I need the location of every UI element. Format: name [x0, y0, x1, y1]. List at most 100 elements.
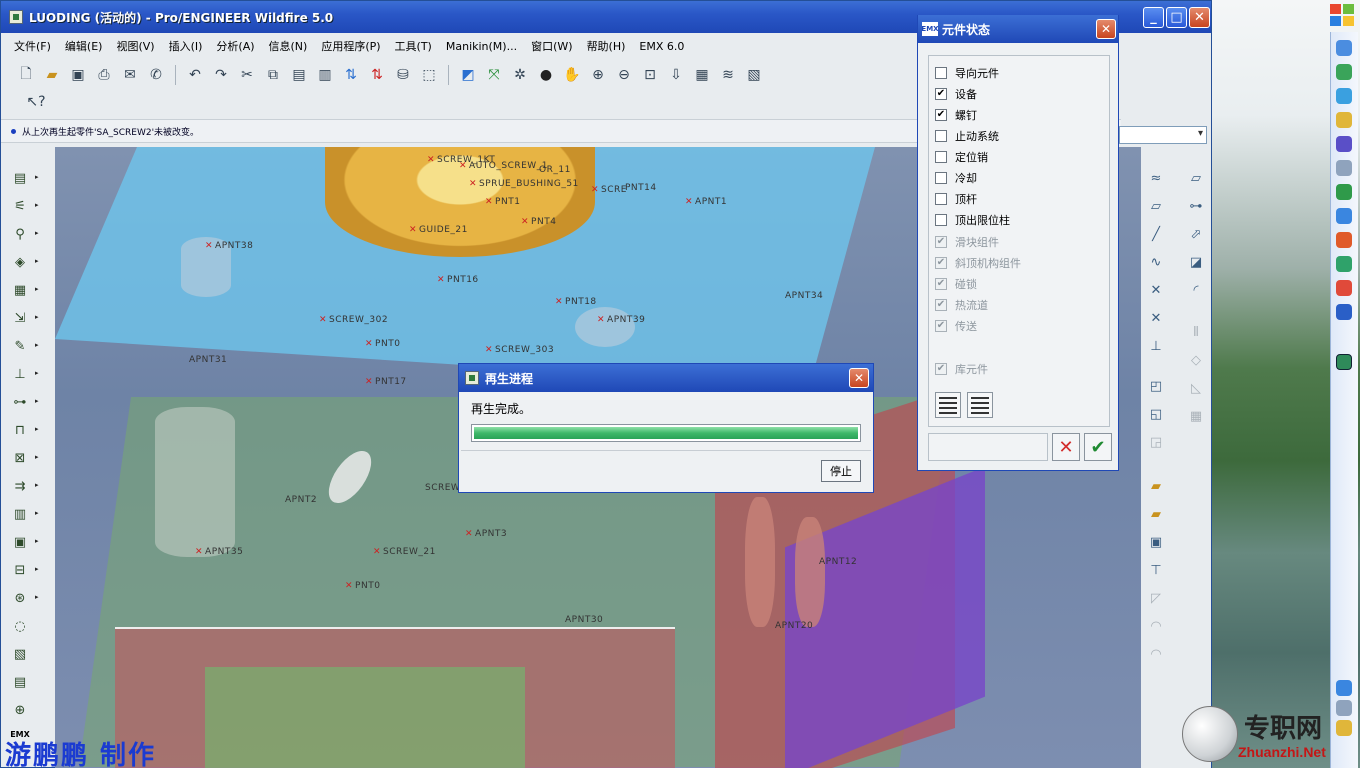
send-icon[interactable]: ✆	[145, 64, 167, 86]
left-tool-button[interactable]: ⚲	[9, 223, 31, 245]
collapse-list-icon[interactable]	[967, 392, 993, 418]
menu-help[interactable]: 帮助(H)	[580, 38, 633, 54]
tray-refresh-icon[interactable]	[1336, 184, 1352, 200]
component-checkbox-row[interactable]: ✔ 螺钉	[935, 106, 977, 124]
tray-mushroom-icon[interactable]	[1336, 232, 1352, 248]
minimize-button[interactable]: _	[1143, 7, 1164, 28]
stop-button[interactable]: 停止	[821, 460, 861, 482]
flyout-arrow-icon[interactable]: ▸	[35, 229, 39, 237]
zoom-out-icon[interactable]: ⊖	[613, 64, 635, 86]
left-tool-button[interactable]: ✎	[9, 335, 31, 357]
mail-icon[interactable]: ✉	[119, 64, 141, 86]
repaint-icon[interactable]: ◩	[457, 64, 479, 86]
checkbox-unchecked[interactable]	[935, 193, 947, 205]
left-tool-button[interactable]: ▧	[9, 643, 31, 665]
copy-icon[interactable]: ⧉	[262, 64, 284, 86]
refit-icon[interactable]: ⊡	[639, 64, 661, 86]
windows-logo-icon[interactable]	[1330, 4, 1356, 28]
left-tool-button[interactable]: ▦	[9, 279, 31, 301]
tray-settings-icon[interactable]	[1336, 160, 1352, 176]
layers-icon[interactable]: ≋	[717, 64, 739, 86]
paste-icon[interactable]: ▤	[288, 64, 310, 86]
menu-edit[interactable]: 编辑(E)	[58, 38, 110, 54]
tray-warning-icon[interactable]	[1336, 112, 1352, 128]
pan-hand-icon[interactable]: ✋	[561, 64, 583, 86]
regen-dialog-close-button[interactable]: ✕	[849, 368, 869, 388]
shading-sphere-icon[interactable]: ●	[535, 64, 557, 86]
checkbox-unchecked[interactable]	[935, 214, 947, 226]
close-button[interactable]: ✕	[1189, 7, 1210, 28]
redo-icon[interactable]: ↷	[210, 64, 232, 86]
flyout-arrow-icon[interactable]: ▸	[35, 257, 39, 265]
flyout-arrow-icon[interactable]: ▸	[35, 537, 39, 545]
view-manager-icon[interactable]: ▧	[743, 64, 765, 86]
mold-base-icon[interactable]: ▣	[1145, 531, 1167, 553]
select-box-icon[interactable]: ⬚	[418, 64, 440, 86]
context-help-icon[interactable]: ↖?	[21, 91, 51, 113]
cut-icon[interactable]: ✂	[236, 64, 258, 86]
ejector-icon[interactable]: ⊤	[1145, 559, 1167, 581]
flyout-arrow-icon[interactable]: ▸	[35, 397, 39, 405]
surface-icon[interactable]: ◪	[1185, 251, 1207, 273]
menu-info[interactable]: 信息(N)	[262, 38, 315, 54]
maximize-button[interactable]: □	[1166, 7, 1187, 28]
cancel-button[interactable]: ✕	[1052, 433, 1080, 461]
checkbox-unchecked[interactable]	[935, 130, 947, 142]
flyout-arrow-icon[interactable]: ▸	[35, 509, 39, 517]
checkbox-checked[interactable]: ✔	[935, 88, 947, 100]
flyout-arrow-icon[interactable]: ▸	[35, 481, 39, 489]
menu-emx[interactable]: EMX 6.0	[632, 40, 691, 53]
curve-icon[interactable]: ∿	[1145, 251, 1167, 273]
checkbox-unchecked[interactable]	[935, 172, 947, 184]
menu-tools[interactable]: 工具(T)	[388, 38, 439, 54]
find-icon[interactable]: ⛁	[392, 64, 414, 86]
cooling-icon[interactable]: ◠	[1145, 615, 1167, 637]
tray-back-icon[interactable]	[1336, 680, 1352, 696]
left-tool-button[interactable]: ◈	[9, 251, 31, 273]
saved-views-icon[interactable]: ▦	[691, 64, 713, 86]
tray-app-icon[interactable]	[1336, 40, 1352, 56]
menu-insert[interactable]: 插入(I)	[162, 38, 210, 54]
orient-mode-icon[interactable]: ✲	[509, 64, 531, 86]
left-tool-button[interactable]: ⊓	[9, 419, 31, 441]
open-folder-icon[interactable]: ▰	[41, 64, 63, 86]
tray-security-icon[interactable]	[1336, 256, 1352, 272]
left-tool-button[interactable]: ⊛	[9, 587, 31, 609]
extrude-icon[interactable]: ⬀	[1185, 223, 1207, 245]
menu-window[interactable]: 窗口(W)	[524, 38, 579, 54]
datum-plane-icon[interactable]: ▱	[1185, 167, 1207, 189]
sketch-curve-icon[interactable]: ≈	[1145, 167, 1167, 189]
plane-icon[interactable]: ▱	[1145, 195, 1167, 217]
menu-view[interactable]: 视图(V)	[109, 38, 161, 54]
left-tool-button[interactable]: ▤	[9, 671, 31, 693]
component-place-icon[interactable]: ◰	[1145, 375, 1167, 397]
left-tool-button[interactable]: ▥	[9, 503, 31, 525]
left-tool-button[interactable]: ◌	[9, 615, 31, 637]
menu-file[interactable]: 文件(F)	[7, 38, 58, 54]
component-checkbox-row[interactable]: ✔ 设备	[935, 85, 977, 103]
folder-open-icon[interactable]: ▰	[1145, 475, 1167, 497]
left-tool-button[interactable]: ⊕	[9, 699, 31, 721]
axis-icon[interactable]: ╱	[1145, 223, 1167, 245]
spin-center-icon[interactable]: ⤧	[483, 64, 505, 86]
mirror-icon[interactable]: ⊶	[1185, 195, 1207, 217]
undo-icon[interactable]: ↶	[184, 64, 206, 86]
trim-icon[interactable]: ◇	[1185, 349, 1207, 371]
left-tool-button[interactable]: ⊟	[9, 559, 31, 581]
flyout-arrow-icon[interactable]: ▸	[35, 341, 39, 349]
split-icon[interactable]: ⫴	[1185, 321, 1207, 343]
component-checkbox-row[interactable]: 顶出限位柱	[935, 211, 1010, 229]
tray-windows-icon[interactable]	[1336, 304, 1352, 320]
left-tool-button[interactable]: ⊠	[9, 447, 31, 469]
component-checkbox-row[interactable]: 冷却	[935, 169, 977, 187]
checkbox-checked[interactable]: ✔	[935, 109, 947, 121]
checkbox-unchecked[interactable]	[935, 151, 947, 163]
component-checkbox-row[interactable]: 导向元件	[935, 64, 999, 82]
tray-proe-icon[interactable]	[1336, 354, 1352, 370]
left-tool-button[interactable]: ▤	[9, 167, 31, 189]
coordinate-system-icon[interactable]: ⊥	[1145, 335, 1167, 357]
tray-shield-icon[interactable]	[1336, 64, 1352, 80]
selection-filter-dropdown[interactable]	[1119, 126, 1207, 144]
regenerate-icon[interactable]: ⇅	[340, 64, 362, 86]
left-tool-button[interactable]: ⚟	[9, 195, 31, 217]
